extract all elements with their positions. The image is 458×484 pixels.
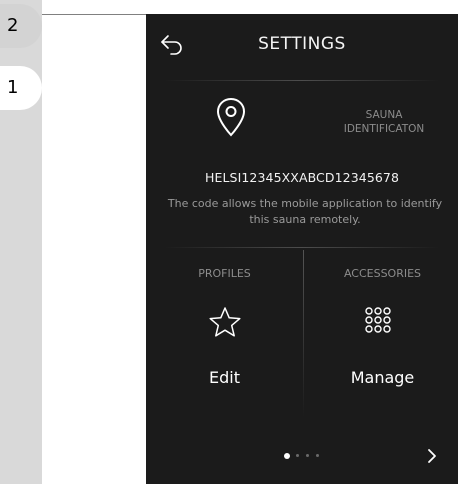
identification-description: The code allows the mobile application t… <box>167 197 443 226</box>
page-dot-1[interactable] <box>284 453 290 459</box>
star-icon <box>209 307 241 337</box>
manage-accessories-button[interactable]: Manage <box>304 368 458 387</box>
accessories-header: ACCESSORIES <box>343 267 422 280</box>
edit-profiles-button[interactable]: Edit <box>146 368 303 387</box>
location-pin-icon <box>216 97 246 137</box>
sauna-identification-code: HELSI12345XXABCD12345678 <box>204 170 400 185</box>
callout-badge-2: 2 <box>0 4 42 48</box>
callout-leader-line <box>42 14 158 15</box>
grid-dots-icon <box>365 307 391 333</box>
page-dot-3[interactable] <box>306 454 309 457</box>
page-dot-4[interactable] <box>316 454 319 457</box>
header-divider <box>164 80 440 81</box>
sauna-label-line2: IDENTIFICATON <box>343 123 425 135</box>
chevron-right-icon[interactable] <box>426 448 438 464</box>
sauna-label-line1: SAUNA <box>365 109 403 121</box>
settings-screen: SETTINGS SAUNA IDENTIFICATON HELSI12345X… <box>146 14 458 484</box>
page-title: SETTINGS <box>258 34 346 54</box>
sauna-identification-label: SAUNA IDENTIFICATON <box>314 108 454 136</box>
page-dot-2[interactable] <box>296 454 299 457</box>
section-divider <box>164 247 440 248</box>
profiles-header: PROFILES <box>198 267 251 280</box>
profiles-card[interactable]: PROFILES Edit <box>146 250 303 420</box>
accessories-card[interactable]: ACCESSORIES Manage <box>304 250 458 420</box>
callout-badge-1: 1 <box>0 66 42 110</box>
